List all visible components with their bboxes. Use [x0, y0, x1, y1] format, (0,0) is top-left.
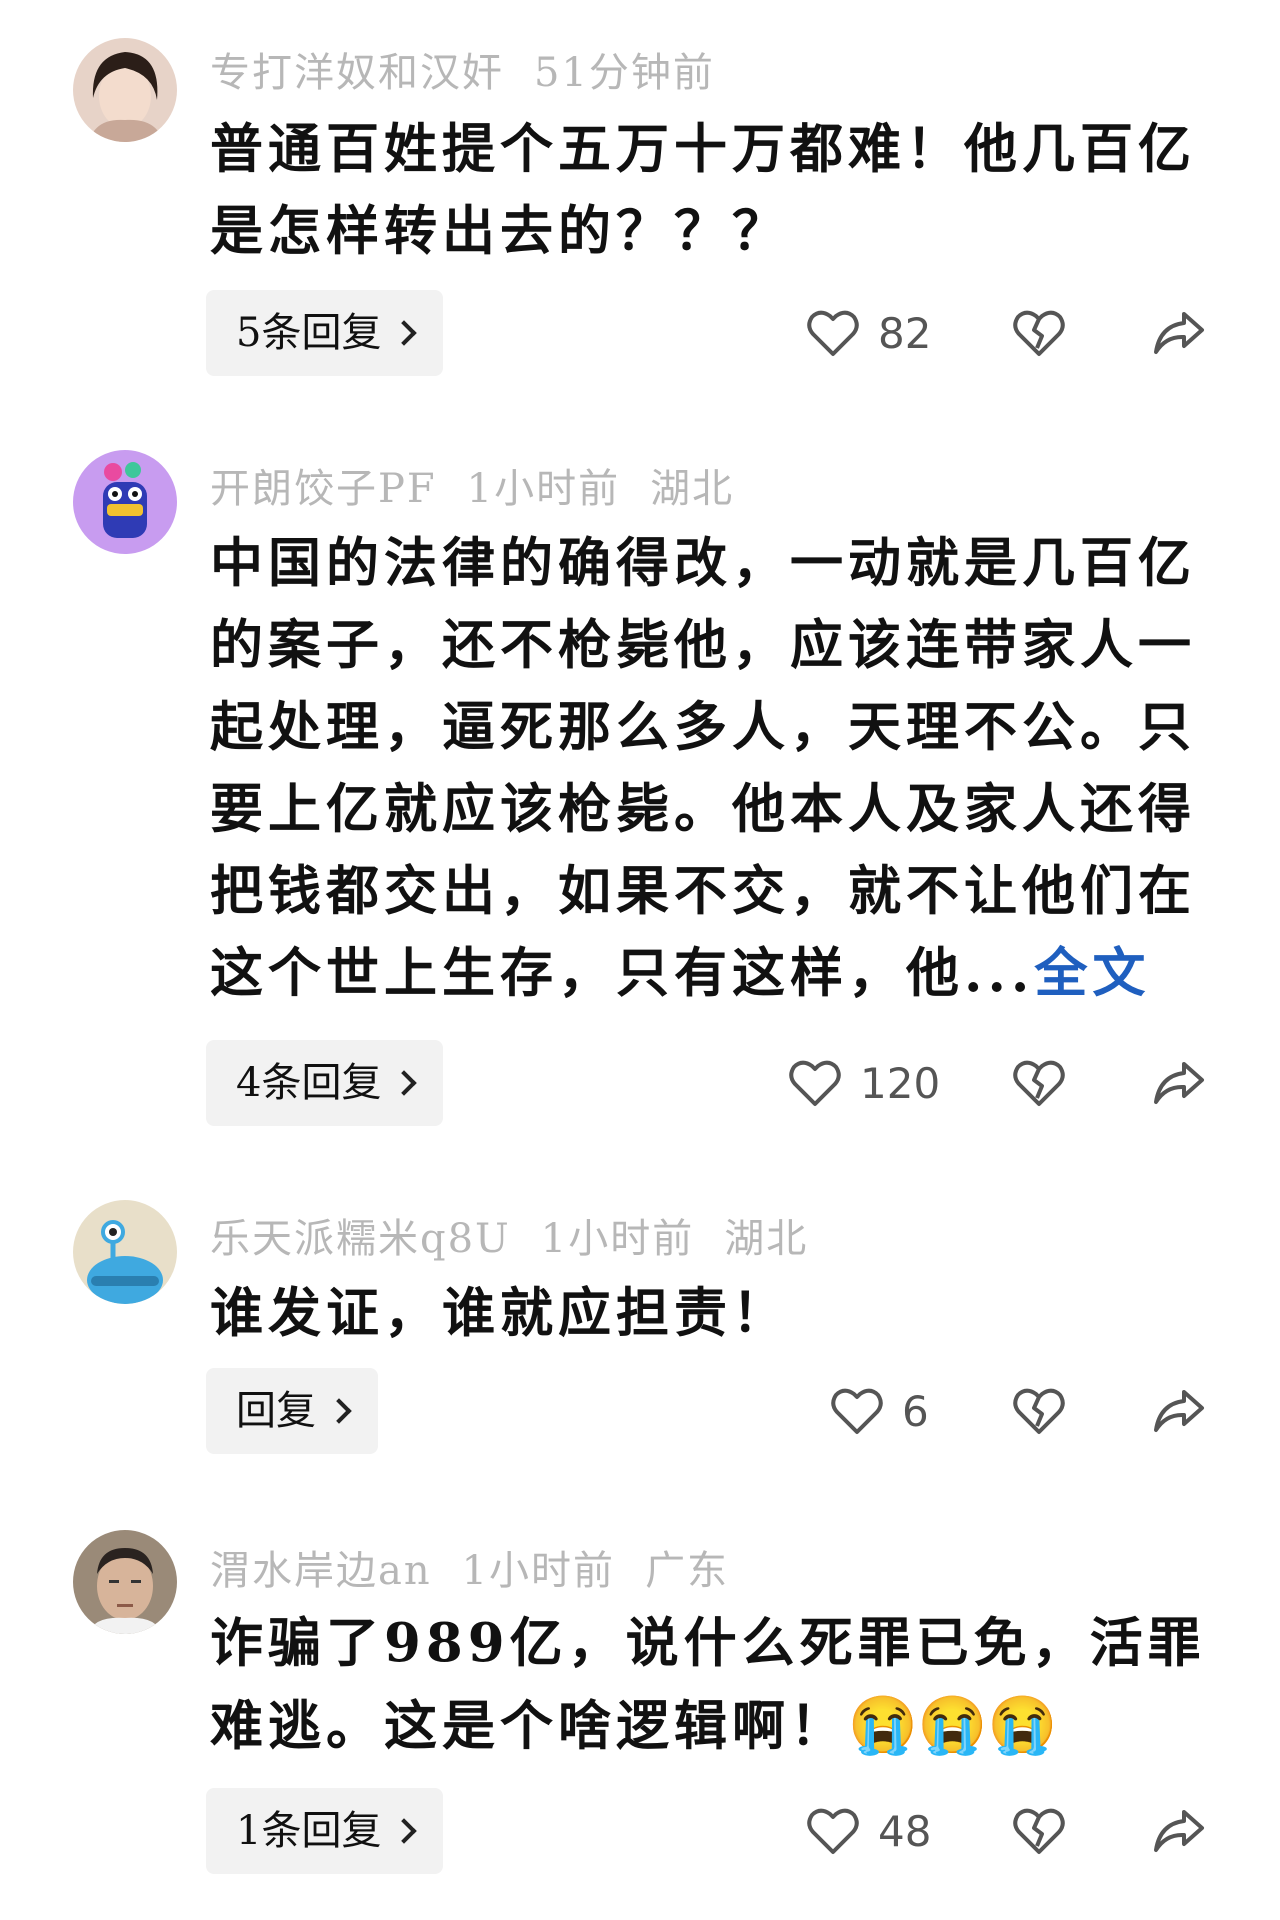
avatar[interactable]: [73, 38, 177, 142]
replies-label: 回复: [236, 1388, 316, 1434]
avatar[interactable]: [73, 1530, 177, 1634]
heart-outline-icon: [807, 1808, 859, 1854]
broken-heart-icon[interactable]: [1012, 1058, 1066, 1108]
comment-meta: 专打洋奴和汉奸 51分钟前: [210, 40, 745, 98]
share-arrow-icon[interactable]: [1152, 1058, 1206, 1108]
replies-button[interactable]: 1条回复: [206, 1788, 444, 1874]
share-arrow-icon[interactable]: [1152, 1806, 1206, 1856]
replies-label: 1条回复: [236, 1808, 382, 1854]
like-count: 82: [878, 308, 932, 358]
heart-outline-icon: [807, 310, 859, 356]
crying-laughing-emoji: 😭😭😭: [848, 1692, 1058, 1758]
broken-heart-icon[interactable]: [1012, 1806, 1066, 1856]
chevron-right-icon: [391, 320, 418, 346]
broken-heart-icon[interactable]: [1012, 1386, 1066, 1436]
replies-button[interactable]: 回复: [206, 1368, 378, 1454]
location: 湖北: [650, 466, 735, 512]
share-arrow-icon[interactable]: [1152, 1386, 1206, 1436]
like-count: 6: [902, 1386, 929, 1436]
heart-outline-icon: [831, 1388, 883, 1434]
comment-meta: 乐天派糯米q8U 1小时前 湖北: [210, 1206, 838, 1264]
avatar[interactable]: [73, 1200, 177, 1304]
replies-button[interactable]: 4条回复: [206, 1040, 444, 1126]
username[interactable]: 开朗饺子PF: [210, 466, 437, 512]
like-count: 120: [860, 1058, 941, 1108]
replies-button[interactable]: 5条回复: [206, 290, 444, 376]
location: 湖北: [724, 1216, 809, 1262]
chevron-right-icon: [391, 1818, 418, 1844]
comment-text: 中国的法律的确得改，一动就是几百亿的案子，还不枪毙他，应该连带家人一起处理，逼死…: [210, 522, 1210, 1014]
timestamp: 1小时前: [540, 1216, 695, 1262]
comment-text: 谁发证，谁就应担责！: [210, 1282, 790, 1344]
heart-outline-icon: [789, 1060, 841, 1106]
share-arrow-icon[interactable]: [1152, 308, 1206, 358]
chevron-right-icon: [326, 1398, 352, 1424]
broken-heart-icon[interactable]: [1012, 308, 1066, 358]
like-button[interactable]: 6: [830, 1368, 929, 1454]
comment-meta: 开朗饺子PF 1小时前 湖北: [210, 456, 764, 514]
username[interactable]: 专打洋奴和汉奸: [210, 50, 504, 96]
comment-meta: 渭水岸边an 1小时前 广东: [210, 1538, 759, 1596]
replies-label: 4条回复: [236, 1060, 382, 1106]
full-text-link[interactable]: 全文: [1034, 942, 1150, 1004]
comment-text: 诈骗了989亿，说什么死罪已免，活罪难逃。这是个啥逻辑啊！😭😭😭: [210, 1602, 1210, 1767]
like-count: 48: [878, 1806, 932, 1856]
replies-label: 5条回复: [236, 310, 382, 356]
chevron-right-icon: [391, 1070, 418, 1096]
timestamp: 1小时前: [461, 1548, 616, 1594]
like-button[interactable]: 82: [806, 290, 931, 376]
avatar[interactable]: [73, 450, 177, 554]
comment-text: 普通百姓提个五万十万都难！他几百亿是怎样转出去的？？？: [210, 118, 1196, 262]
timestamp: 51分钟前: [534, 50, 715, 96]
username[interactable]: 渭水岸边an: [210, 1548, 432, 1594]
timestamp: 1小时前: [466, 466, 621, 512]
comment-body: 中国的法律的确得改，一动就是几百亿的案子，还不枪毙他，应该连带家人一起处理，逼死…: [210, 532, 1196, 1004]
like-button[interactable]: 120: [788, 1040, 940, 1126]
username[interactable]: 乐天派糯米q8U: [210, 1216, 511, 1262]
like-button[interactable]: 48: [806, 1788, 931, 1874]
location: 广东: [645, 1548, 730, 1594]
